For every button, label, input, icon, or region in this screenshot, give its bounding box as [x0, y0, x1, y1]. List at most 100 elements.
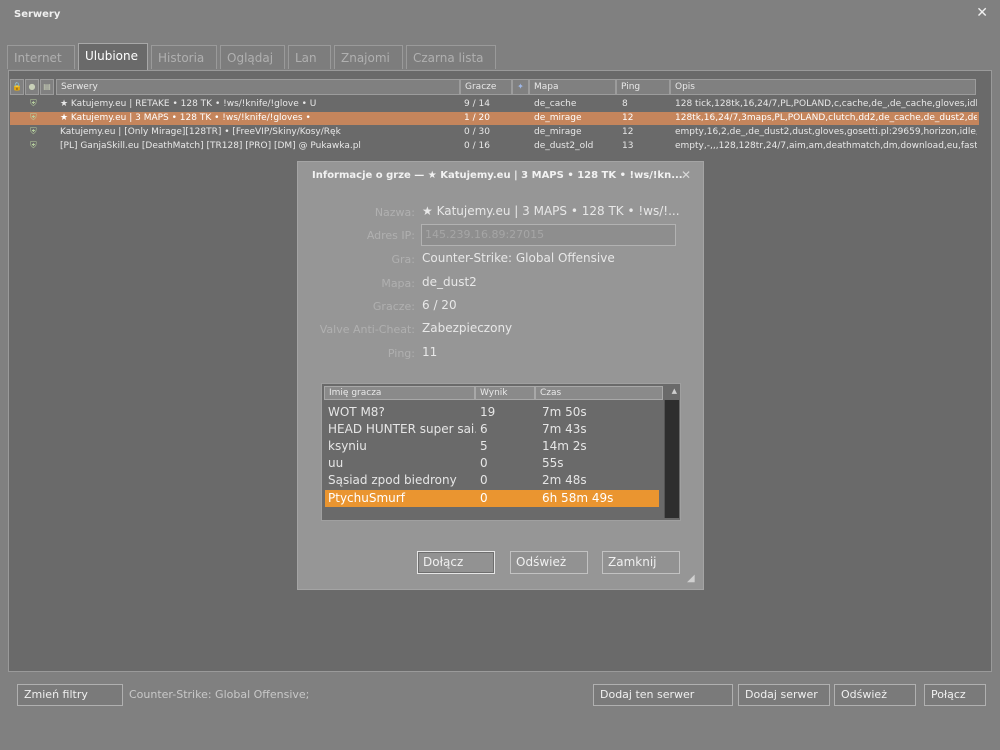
player-name: PtychuSmurf: [328, 491, 405, 505]
player-name: WOT M8?: [328, 405, 385, 419]
player-list-scrollbar[interactable]: [664, 400, 679, 518]
server-ping: 13: [622, 141, 634, 151]
server-ping: 8: [622, 99, 628, 109]
refresh-button[interactable]: Odśwież: [834, 684, 916, 706]
ping-value: 11: [422, 345, 438, 359]
server-players: 0 / 16: [464, 141, 490, 151]
server-description: 128tk,16,24/7,3maps,PL,POLAND,clutch,dd2…: [675, 113, 977, 123]
tab-favorites[interactable]: Ulubione: [78, 43, 148, 70]
server-ping: 12: [622, 127, 634, 137]
window-title: Serwery: [14, 9, 61, 20]
player-score: 6: [480, 422, 488, 436]
server-row[interactable]: ⛨ Katujemy.eu | [Only Mirage][128TR] • […: [10, 126, 979, 139]
tab-lan[interactable]: Lan: [288, 45, 331, 69]
player-name: Sąsiad zpod biedrony: [328, 473, 457, 487]
server-description: 128 tick,128tk,16,24/7,PL,POLAND,c,cache…: [675, 99, 977, 109]
server-players: 9 / 14: [464, 99, 490, 109]
tab-bar: Internet Ulubione Historia Oglądaj Lan Z…: [7, 43, 499, 71]
server-name: [PL] GanjaSkill.eu [DeathMatch] [TR128] …: [60, 141, 361, 151]
vac-shield-icon: ⛨: [30, 127, 37, 137]
server-row[interactable]: ⛨ [PL] GanjaSkill.eu [DeathMatch] [TR128…: [10, 140, 979, 153]
connect-button[interactable]: Połącz: [924, 684, 986, 706]
tab-history[interactable]: Historia: [151, 45, 217, 69]
add-this-server-button[interactable]: Dodaj ten serwer: [593, 684, 733, 706]
vac-shield-icon: ⛨: [30, 113, 37, 123]
lock-icon[interactable]: 🔒: [10, 79, 24, 95]
column-header-players[interactable]: Gracze: [460, 79, 512, 95]
player-name: HEAD HUNTER super sai...: [328, 422, 476, 436]
column-header-servers[interactable]: Serwery: [56, 79, 460, 95]
map-label: Mapa:: [381, 277, 415, 290]
bot-icon[interactable]: ✦: [512, 79, 529, 95]
server-row[interactable]: ⛨ ★ Katujemy.eu | 3 MAPS • 128 TK • !ws/…: [10, 112, 979, 125]
player-time: 7m 50s: [542, 405, 587, 419]
vac-shield-icon: ⛨: [30, 99, 37, 109]
tab-blacklist[interactable]: Czarna lista: [406, 45, 496, 69]
server-players: 1 / 20: [464, 113, 490, 123]
players-value: 6 / 20: [422, 298, 457, 312]
vac-shield-icon: ⛨: [30, 141, 37, 151]
server-map: de_mirage: [534, 113, 582, 123]
filter-status-text: Counter-Strike: Global Offensive;: [129, 688, 310, 701]
tab-spectate[interactable]: Oglądaj: [220, 45, 285, 69]
close-icon[interactable]: ✕: [681, 168, 691, 182]
replay-icon[interactable]: ▤: [40, 79, 54, 95]
vac-value: Zabezpieczony: [422, 321, 513, 335]
player-row[interactable]: Sąsiad zpod biedrony 0 2m 48s: [325, 472, 659, 489]
tab-friends[interactable]: Znajomi: [334, 45, 403, 69]
player-score: 0: [480, 473, 488, 487]
player-row[interactable]: WOT M8? 19 7m 50s: [325, 404, 659, 421]
column-header-map[interactable]: Mapa: [529, 79, 616, 95]
server-map: de_cache: [534, 99, 577, 109]
player-time: 7m 43s: [542, 422, 587, 436]
refresh-info-button[interactable]: Odśwież: [510, 551, 588, 574]
player-name: uu: [328, 456, 344, 470]
server-ping: 12: [622, 113, 634, 123]
server-map: de_dust2_old: [534, 141, 594, 151]
vac-label: Valve Anti-Cheat:: [319, 323, 415, 336]
player-score: 19: [480, 405, 496, 419]
scroll-up-icon[interactable]: ▲: [672, 387, 677, 395]
player-list: Imię gracza Wynik Czas WOT M8? 19 7m 50s…: [321, 383, 681, 521]
player-row[interactable]: PtychuSmurf 0 6h 58m 49s: [325, 490, 659, 507]
shield-icon[interactable]: ●: [25, 79, 39, 95]
tab-internet[interactable]: Internet: [7, 45, 75, 69]
server-name: ★ Katujemy.eu | 3 MAPS • 128 TK • !ws/!k…: [60, 113, 311, 123]
column-header-time[interactable]: Czas: [535, 386, 663, 400]
player-score: 5: [480, 439, 488, 453]
player-time: 6h 58m 49s: [542, 491, 614, 505]
column-header-description[interactable]: Opis: [670, 79, 976, 95]
player-time: 2m 48s: [542, 473, 587, 487]
player-name: ksyniu: [328, 439, 367, 453]
players-label: Gracze:: [372, 300, 415, 313]
server-name: Katujemy.eu | [Only Mirage][128TR] • [Fr…: [60, 127, 341, 137]
column-header-ping[interactable]: Ping: [616, 79, 670, 95]
column-header-score[interactable]: Wynik: [475, 386, 535, 400]
player-score: 0: [480, 491, 488, 505]
player-score: 0: [480, 456, 488, 470]
resize-grip-icon[interactable]: ◢: [687, 573, 699, 585]
player-row[interactable]: ksyniu 5 14m 2s: [325, 438, 659, 455]
ip-label: Adres IP:: [366, 229, 415, 242]
add-server-button[interactable]: Dodaj serwer: [738, 684, 830, 706]
close-dialog-button[interactable]: Zamknij: [602, 551, 680, 574]
column-header-player-name[interactable]: Imię gracza: [324, 386, 475, 400]
player-row[interactable]: HEAD HUNTER super sai... 6 7m 43s: [325, 421, 659, 438]
server-description: empty,16,2,de_,de_dust2,dust,gloves,gose…: [675, 127, 977, 137]
ip-address-field[interactable]: 145.239.16.89:27015: [421, 224, 676, 246]
change-filters-button[interactable]: Zmień filtry: [17, 684, 123, 706]
player-time: 14m 2s: [542, 439, 587, 453]
dialog-title: Informacje o grze — ★ Katujemy.eu | 3 MA…: [312, 170, 683, 181]
server-map: de_mirage: [534, 127, 582, 137]
game-label: Gra:: [391, 253, 416, 266]
close-icon[interactable]: ✕: [976, 5, 988, 21]
game-info-dialog: Informacje o grze — ★ Katujemy.eu | 3 MA…: [297, 161, 704, 590]
game-value: Counter-Strike: Global Offensive: [422, 251, 615, 265]
map-value: de_dust2: [422, 275, 477, 289]
join-button[interactable]: Dołącz: [417, 551, 495, 574]
server-name-value: ★ Katujemy.eu | 3 MAPS • 128 TK • !ws/!.…: [422, 204, 680, 218]
player-row[interactable]: uu 0 55s: [325, 455, 659, 472]
name-label: Nazwa:: [374, 206, 415, 219]
player-time: 55s: [542, 456, 564, 470]
server-row[interactable]: ⛨ ★ Katujemy.eu | RETAKE • 128 TK • !ws/…: [10, 98, 979, 111]
